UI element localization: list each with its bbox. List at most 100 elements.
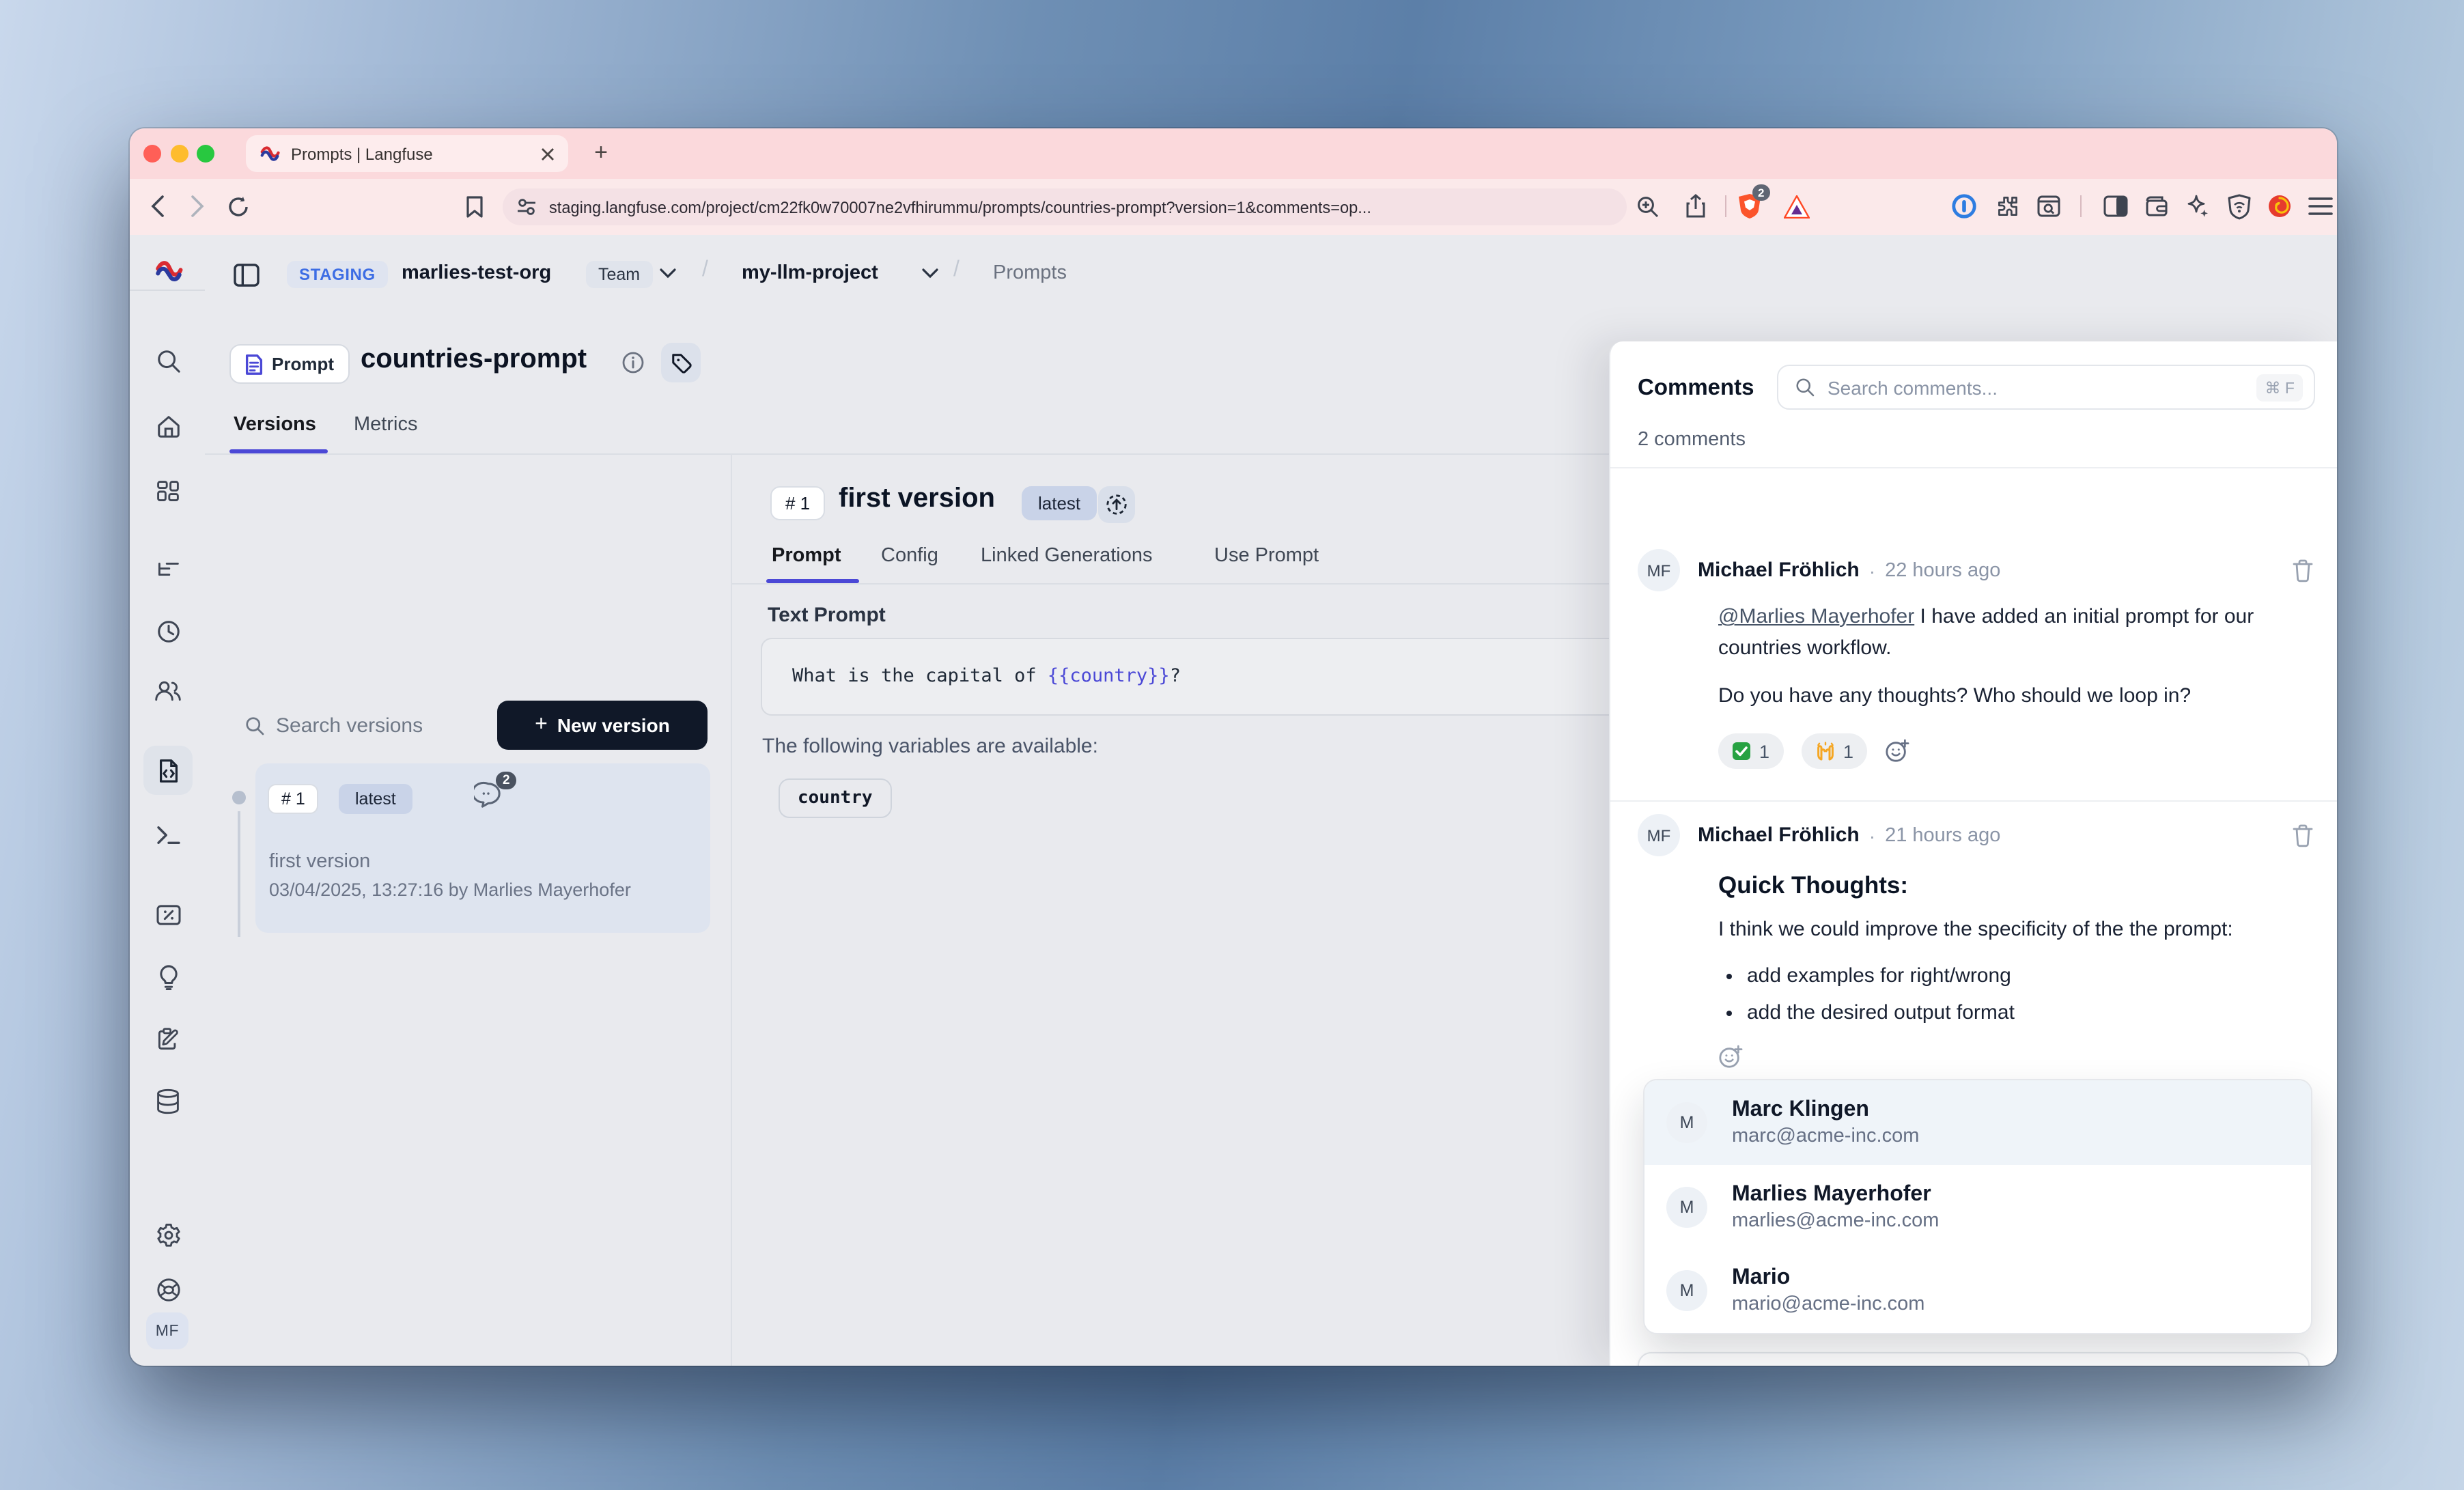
tab-prompt[interactable]: Prompt [772,545,841,567]
zoom-window-button[interactable] [196,144,214,162]
prompt-type-label: Prompt [272,354,334,374]
mention-option-mario[interactable]: M Mario mario@acme-inc.com [1644,1249,2311,1333]
versions-search-input[interactable]: Search versions [276,714,423,737]
prompts-file-code-icon [155,757,181,783]
reload-button[interactable] [224,193,251,220]
app-sidebar-rail: MF [130,235,205,1366]
dashboards-grid-icon[interactable] [153,477,183,507]
breadcrumb-project[interactable]: my-llm-project [742,262,878,284]
comments-count: 2 comments [1638,429,1746,451]
share-icon[interactable] [1681,193,1709,220]
reaction-hands-pill[interactable]: 1 [1801,733,1867,769]
promote-arrow-icon [1105,493,1128,516]
extensions-puzzle-icon[interactable] [1994,193,2021,220]
brave-shield-icon[interactable]: 2 [1736,193,1763,220]
password-manager-icon[interactable] [1950,193,1978,220]
sidebar-item-prompts-active[interactable] [143,746,193,795]
back-button[interactable] [143,193,171,220]
site-settings-icon[interactable] [516,197,537,217]
tab-config[interactable]: Config [881,545,938,567]
breadcrumb-separator: / [702,258,708,283]
breadcrumb-org[interactable]: marlies-test-org [402,262,551,284]
tab-use-prompt[interactable]: Use Prompt [1214,545,1319,567]
bat-rewards-icon[interactable] [1782,193,1810,220]
browser-window: Prompts | Langfuse + staging.langfuse.co… [130,128,2337,1366]
reaction-count: 1 [1759,741,1769,761]
settings-gear-icon[interactable] [153,1220,183,1250]
vpn-shield-icon[interactable] [2225,193,2252,220]
search-tabs-icon[interactable] [2035,193,2062,220]
comment-body-2: Do you have any thoughts? Who should we … [1718,680,2315,712]
user-avatar[interactable]: MF [146,1312,188,1349]
panel-toggle-icon[interactable] [232,261,260,288]
langfuse-logo-icon[interactable] [153,255,183,285]
firefox-relay-swirl-icon[interactable] [2266,193,2293,220]
menu-hamburger-icon[interactable] [2307,193,2334,220]
scores-chart-icon[interactable] [153,900,183,930]
info-icon[interactable] [621,351,645,374]
mention-option-marc[interactable]: M Marc Klingen marc@acme-inc.com [1644,1080,2311,1164]
mention-link[interactable]: @Marlies Mayerhofer [1718,605,1914,628]
new-version-button[interactable]: + New version [497,701,708,750]
sidebar-toggle-icon[interactable] [2102,193,2129,220]
tag-button[interactable] [661,343,701,382]
comment-author: Michael Fröhlich [1698,559,1860,582]
add-reaction-row [1718,1045,2315,1069]
users-icon[interactable] [153,675,183,705]
sessions-clock-icon[interactable] [153,616,183,646]
section-title: Text Prompt [768,604,886,627]
delete-comment-icon[interactable] [2292,823,2315,847]
reaction-count: 1 [1843,741,1853,761]
project-chevron-down-icon[interactable] [922,268,938,279]
comments-search-input[interactable]: Search comments... ⌘ F [1777,365,2315,410]
new-tab-button[interactable]: + [585,137,617,169]
minimize-window-button[interactable] [170,144,188,162]
comment-item: MF Michael Fröhlich · 22 hours ago @Marl… [1638,549,2315,769]
version-list-item[interactable]: # 1 latest 2 first version 03/04/2025, 1… [255,763,710,933]
bookmark-icon[interactable] [460,193,488,220]
browser-tab[interactable]: Prompts | Langfuse [246,135,568,172]
version-comment-count-badge: 2 [496,772,517,789]
comment-body: @Marlies Mayerhofer I have added an init… [1718,601,2286,664]
versions-panel: Search versions + New version # 1 latest… [205,453,731,1366]
user-name: Mario [1732,1263,1924,1292]
wallet-icon[interactable] [2143,193,2170,220]
zoom-page-icon[interactable] [1634,193,1661,220]
prompt-variable: {{country}} [1048,665,1170,687]
mention-option-marlies[interactable]: M Marlies Mayerhofer marlies@acme-inc.co… [1644,1164,2311,1248]
org-chevron-down-icon[interactable] [660,268,676,279]
datasets-database-icon[interactable] [153,1086,183,1116]
url-bar[interactable]: staging.langfuse.com/project/cm22fk0w700… [503,188,1627,225]
url-text: staging.langfuse.com/project/cm22fk0w700… [549,197,1371,216]
tab-metrics[interactable]: Metrics [354,414,417,436]
toolbar-divider-2 [2080,195,2082,217]
add-reaction-icon[interactable] [1718,1045,2315,1069]
prompt-content-box[interactable]: What is the capital of {{country}}? [761,638,1665,716]
delete-comment-icon[interactable] [2292,558,2315,582]
comment-header: MF Michael Fröhlich · 21 hours ago [1638,814,2315,856]
variables-label: The following variables are available: [762,735,1098,758]
playground-terminal-icon[interactable] [153,819,183,849]
shield-count-badge: 2 [1752,184,1769,201]
leo-ai-sparkle-icon[interactable] [2184,193,2211,220]
tab-linked-generations[interactable]: Linked Generations [981,545,1153,567]
evals-lightbulb-icon[interactable] [153,961,183,992]
search-icon[interactable] [153,346,183,376]
home-icon[interactable] [153,411,183,441]
comment-time: 21 hours ago [1885,824,2000,846]
forward-button[interactable] [183,193,210,220]
close-window-button[interactable] [143,144,160,162]
page-title: countries-prompt [361,344,587,376]
user-name: Marlies Mayerhofer [1732,1179,1939,1208]
support-lifebuoy-icon[interactable] [153,1274,183,1304]
user-avatar: M [1666,1102,1707,1143]
add-reaction-icon[interactable] [1885,739,1909,763]
tracing-tree-icon[interactable] [153,557,183,587]
comment-avatar: MF [1638,814,1680,856]
comment-input[interactable]: What are your thoughts @Mar [1638,1352,2310,1366]
promote-version-button[interactable] [1098,486,1135,523]
reaction-check-pill[interactable]: 1 [1718,733,1783,769]
close-tab-icon[interactable] [541,147,555,160]
tab-versions[interactable]: Versions [234,414,316,436]
annotation-clipboard-icon[interactable] [153,1024,183,1054]
